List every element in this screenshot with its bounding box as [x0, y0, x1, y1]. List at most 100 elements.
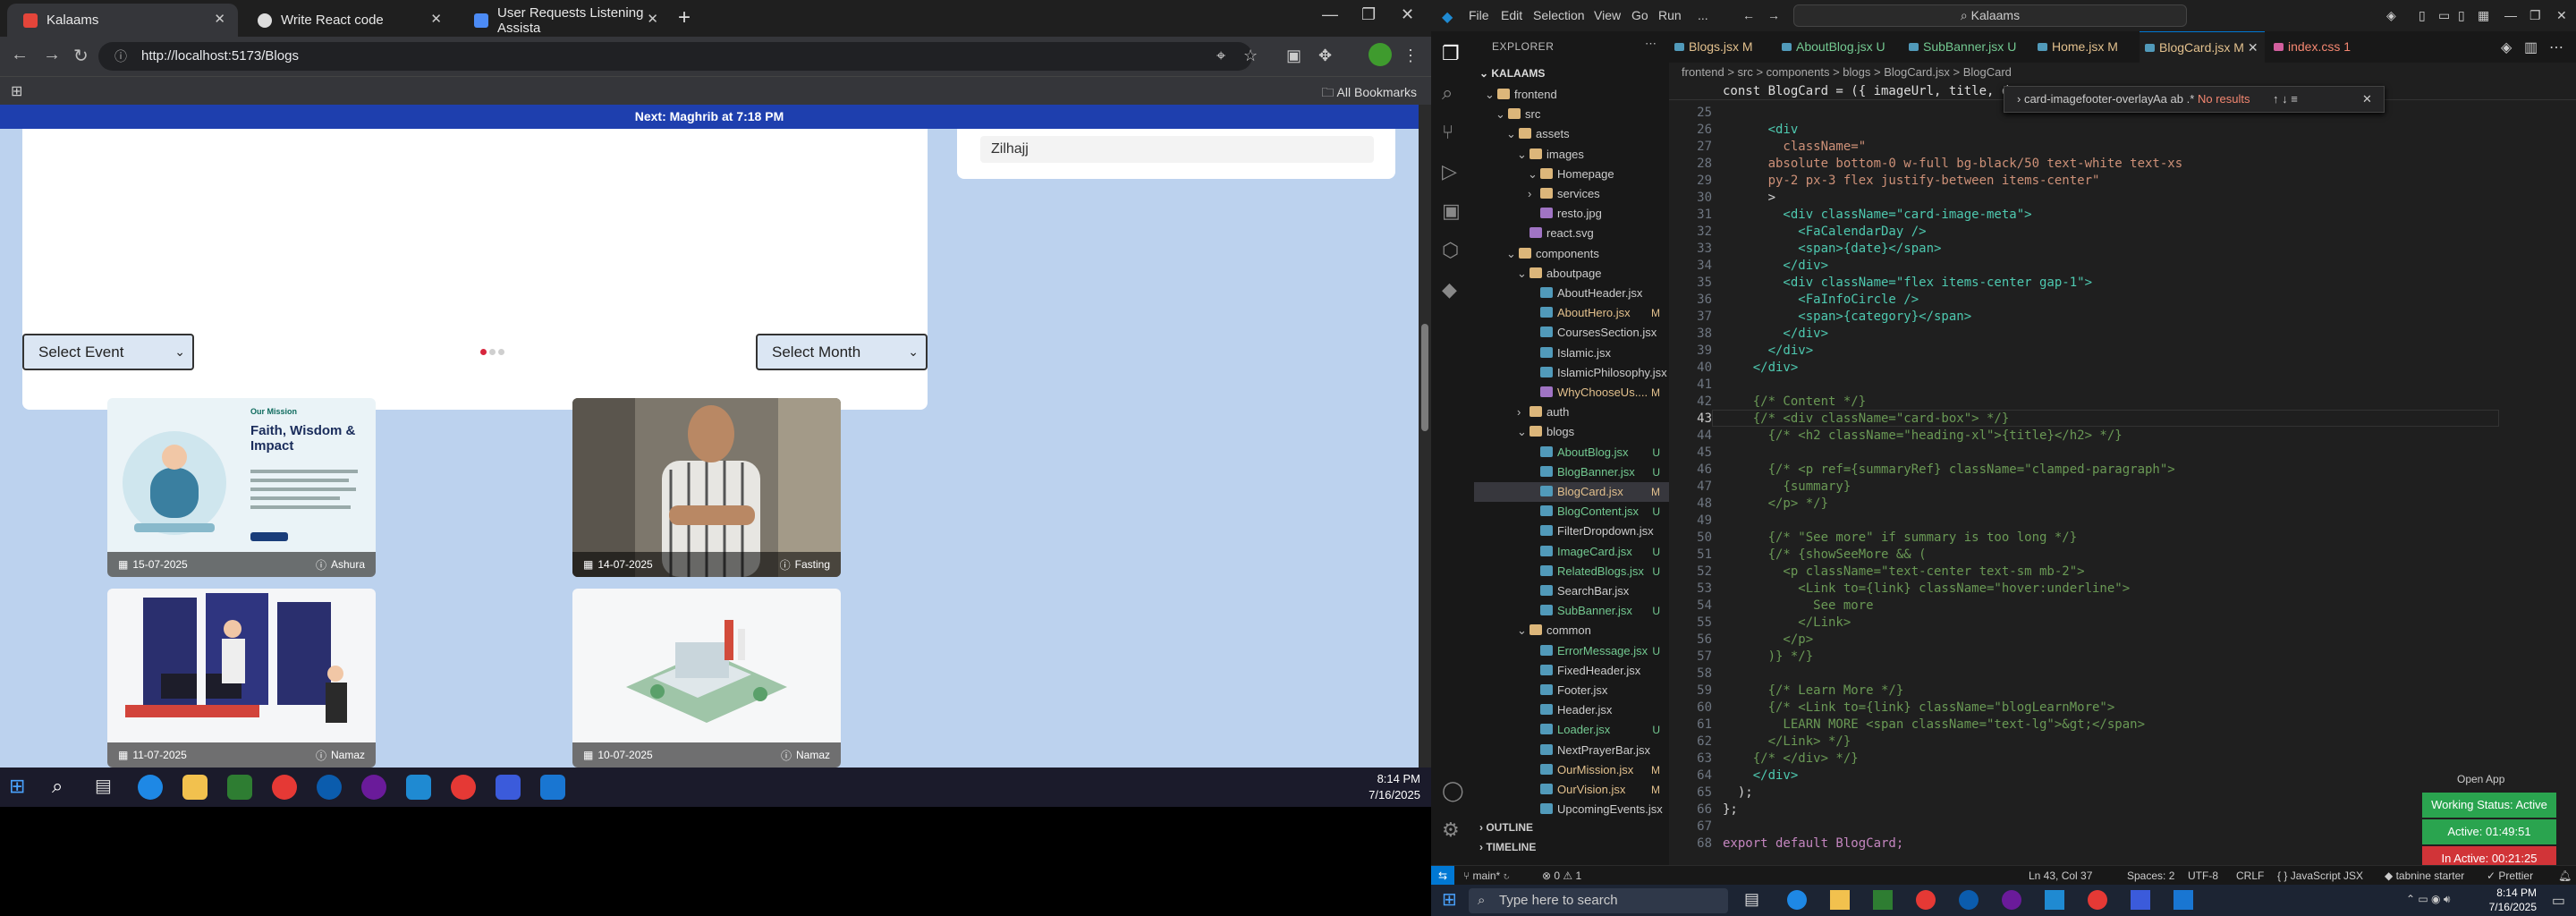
tabnine-status[interactable]: ◆ tabnine starter [2385, 866, 2464, 886]
working-status-badge[interactable]: Working Status: Active [2422, 793, 2556, 818]
close-tab-icon[interactable]: ✕ [2248, 40, 2258, 55]
taskbar-search[interactable]: ⌕ Type here to search [1469, 888, 1728, 913]
notifications-icon[interactable]: 🔔︎ [2558, 866, 2572, 886]
tree-folder[interactable]: ⌄ images [1474, 145, 1669, 165]
chrome-icon[interactable] [1916, 890, 1936, 910]
explorer-icon[interactable]: ❐ [1442, 42, 1460, 65]
back-icon[interactable]: ← [11, 45, 29, 65]
editor-tab[interactable]: AboutBlog.jsx U [1776, 31, 1900, 63]
extensions-icon[interactable]: ▣ [1442, 199, 1461, 223]
code-text[interactable]: <div className=" absolute bottom-0 w-ful… [1723, 105, 2182, 852]
minimize-icon[interactable]: — [1322, 5, 1338, 24]
blog-card[interactable]: ▦ 10-07-2025 ⓘ Namaz [572, 589, 841, 768]
more-actions-icon[interactable]: ⋯ [2549, 38, 2563, 56]
editor-tab[interactable]: SubBanner.jsx U [1903, 31, 2029, 63]
close-window-icon[interactable]: ✕ [2556, 8, 2567, 23]
menu-more[interactable]: ... [1698, 8, 1708, 22]
layout-secondary-icon[interactable]: ▯ [2458, 8, 2465, 23]
task-view-icon[interactable]: ▤ [1744, 890, 1766, 910]
taskbar-clock[interactable]: 8:14 PM 7/16/2025 [1368, 771, 1420, 803]
address-bar[interactable]: ⓘ http://localhost:5173/Blogs [98, 42, 1252, 71]
tree-file[interactable]: WhyChooseUs.... M [1474, 383, 1669, 403]
close-window-icon[interactable]: ✕ [1401, 5, 1414, 24]
nav-back-icon[interactable]: ← [1742, 8, 1755, 22]
chrome-profile-icon[interactable] [2088, 890, 2107, 910]
account-icon[interactable]: ◯ [1442, 779, 1464, 802]
split-editor-icon[interactable]: ▥ [2524, 38, 2538, 56]
select-month-dropdown[interactable]: Select Month ⌄ [756, 334, 928, 370]
menu-view[interactable]: View [1594, 8, 1621, 22]
close-tab-icon[interactable]: ✕ [430, 11, 442, 27]
tree-folder[interactable]: ⌄ frontend [1474, 85, 1669, 105]
app-icon[interactable] [317, 775, 342, 800]
language-status[interactable]: { } JavaScript JSX [2277, 866, 2363, 886]
menu-selection[interactable]: Selection [1533, 8, 1585, 22]
copilot-chat-icon[interactable]: ◈ [2501, 38, 2512, 56]
editor-tab[interactable]: Blogs.jsx M [1669, 31, 1773, 63]
match-case-icon[interactable]: Aa ab .* [2153, 87, 2194, 112]
menu-edit[interactable]: Edit [1501, 8, 1522, 22]
find-toggle-icon[interactable]: › [2017, 92, 2024, 106]
chrome-menu-icon[interactable]: ⋮ [1402, 47, 1419, 65]
whiteboard-icon[interactable] [540, 775, 565, 800]
vscode-icon[interactable] [2045, 890, 2064, 910]
tab-kalaams[interactable]: Kalaams ✕ [7, 4, 238, 37]
page-scrollbar[interactable] [1419, 105, 1431, 768]
layout-panel-icon[interactable]: ▭ [2438, 8, 2450, 23]
store-icon[interactable] [1873, 890, 1893, 910]
nav-forward-icon[interactable]: → [1767, 8, 1780, 22]
tree-file[interactable]: SubBanner.jsx U [1474, 601, 1669, 621]
tree-file[interactable]: resto.jpg [1474, 204, 1669, 224]
blog-card[interactable]: ▦ 14-07-2025 ⓘ Fasting [572, 398, 841, 577]
more-actions-icon[interactable]: ⋯ [1645, 37, 1657, 51]
find-nav-icons[interactable]: ↑ ↓ ≡ [2273, 87, 2298, 112]
search-icon[interactable]: ⌕ [1442, 81, 1453, 105]
run-debug-icon[interactable]: ▷ [1442, 160, 1457, 183]
source-control-icon[interactable]: ⑂ [1442, 121, 1453, 144]
system-tray-icons[interactable]: ⌃ ▭ ◉ 🔊︎ [2406, 893, 2450, 906]
forward-icon[interactable]: → [43, 45, 61, 65]
tree-folder[interactable]: ⌄ aboutpage [1474, 264, 1669, 284]
prettier-status[interactable]: ✓ Prettier [2487, 866, 2533, 886]
github-desktop-icon[interactable] [2002, 890, 2021, 910]
tree-file[interactable]: Header.jsx [1474, 700, 1669, 720]
tree-file[interactable]: BlogContent.jsx U [1474, 502, 1669, 522]
store-icon[interactable] [227, 775, 252, 800]
notification-center-icon[interactable]: ▭ [2552, 892, 2565, 910]
github-desktop-icon[interactable] [361, 775, 386, 800]
puzzle-icon[interactable]: ✥ [1318, 47, 1332, 65]
tab-user-requests[interactable]: User Requests Listening Assista ✕ [458, 4, 671, 37]
command-center-search[interactable]: ⌕ Kalaams [1793, 4, 2187, 27]
tree-file[interactable]: OurMission.jsx M [1474, 760, 1669, 780]
breadcrumb[interactable]: frontend > src > components > blogs > Bl… [1669, 63, 2576, 82]
file-explorer-icon[interactable] [182, 775, 208, 800]
tree-file[interactable]: ErrorMessage.jsx U [1474, 641, 1669, 661]
tab-write-react-code[interactable]: Write React code ✕ [242, 4, 454, 37]
start-icon[interactable]: ⊞ [9, 775, 34, 800]
tree-file[interactable]: NextPrayerBar.jsx [1474, 741, 1669, 760]
close-tab-icon[interactable]: ✕ [647, 11, 658, 27]
tree-file[interactable]: react.svg [1474, 224, 1669, 243]
slider-dot[interactable] [498, 349, 504, 355]
start-icon[interactable]: ⊞ [1442, 888, 1457, 911]
tabnine-icon[interactable]: ◆ [1442, 278, 1457, 301]
tree-folder[interactable]: ⌄ components [1474, 244, 1669, 264]
indentation-status[interactable]: Spaces: 2 [2127, 866, 2174, 886]
zoom-icon[interactable] [496, 775, 521, 800]
file-explorer-icon[interactable] [1830, 890, 1850, 910]
tree-file[interactable]: OurVision.jsx M [1474, 780, 1669, 800]
tree-file[interactable]: Islamic.jsx [1474, 344, 1669, 363]
maximize-icon[interactable]: ❐ [1361, 5, 1376, 24]
tree-file[interactable]: FilterDropdown.jsx [1474, 522, 1669, 541]
scrollbar-thumb[interactable] [1421, 324, 1428, 431]
slider-dot[interactable] [480, 349, 487, 355]
tree-folder[interactable]: ⌄ Homepage [1474, 165, 1669, 184]
tree-folder[interactable]: ⌄ common [1474, 621, 1669, 640]
zoom-icon[interactable] [2131, 890, 2150, 910]
tree-folder[interactable]: › services [1474, 184, 1669, 204]
timeline-section[interactable]: › TIMELINE [1479, 841, 1536, 853]
close-find-icon[interactable]: ✕ [2362, 87, 2372, 112]
find-widget[interactable]: › card-imagefooter-overlay Aa ab .* No r… [2004, 86, 2385, 113]
extension-icon[interactable]: ▣ [1286, 47, 1301, 65]
encoding-status[interactable]: UTF-8 [2188, 866, 2218, 886]
